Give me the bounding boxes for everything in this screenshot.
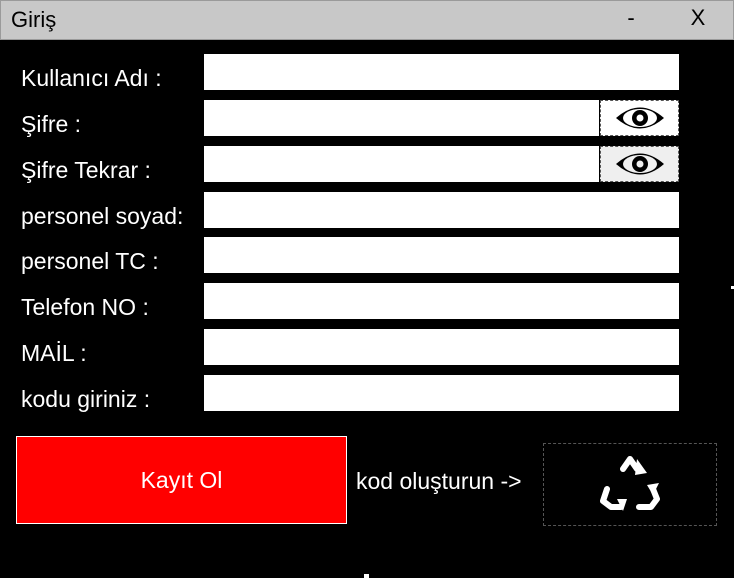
password-repeat-label: Şifre Tekrar :: [21, 157, 151, 183]
tc-label: personel TC :: [21, 248, 159, 274]
show-password-button[interactable]: [600, 100, 679, 136]
recycle-icon: [600, 455, 660, 511]
minimize-button[interactable]: -: [616, 5, 646, 31]
phone-input[interactable]: [204, 283, 679, 319]
register-button[interactable]: Kayıt Ol: [16, 436, 347, 524]
tc-input[interactable]: [204, 237, 679, 273]
title-bar: Giriş - X: [0, 0, 734, 40]
eye-icon: [615, 153, 664, 175]
code-label: kodu giriniz :: [21, 386, 151, 412]
mail-label: MAİL :: [21, 340, 87, 366]
code-input[interactable]: [204, 375, 679, 411]
mail-input[interactable]: [204, 329, 679, 365]
resize-marker: [364, 574, 369, 578]
show-password-repeat-button[interactable]: [600, 146, 679, 182]
password-repeat-input[interactable]: [204, 146, 599, 182]
generate-code-button[interactable]: [543, 443, 717, 526]
password-input[interactable]: [204, 100, 599, 136]
surname-input[interactable]: [204, 192, 679, 228]
generate-code-label: kod oluşturun ->: [356, 468, 522, 494]
window-title: Giriş: [11, 7, 57, 32]
register-button-label: Kayıt Ol: [140, 466, 223, 493]
phone-label: Telefon NO :: [21, 294, 149, 320]
eye-icon: [615, 107, 664, 129]
close-button[interactable]: X: [683, 5, 713, 31]
username-input[interactable]: [204, 54, 679, 90]
password-label: Şifre :: [21, 111, 82, 137]
surname-label: personel soyad:: [21, 203, 184, 229]
username-label: Kullanıcı Adı :: [21, 65, 162, 91]
